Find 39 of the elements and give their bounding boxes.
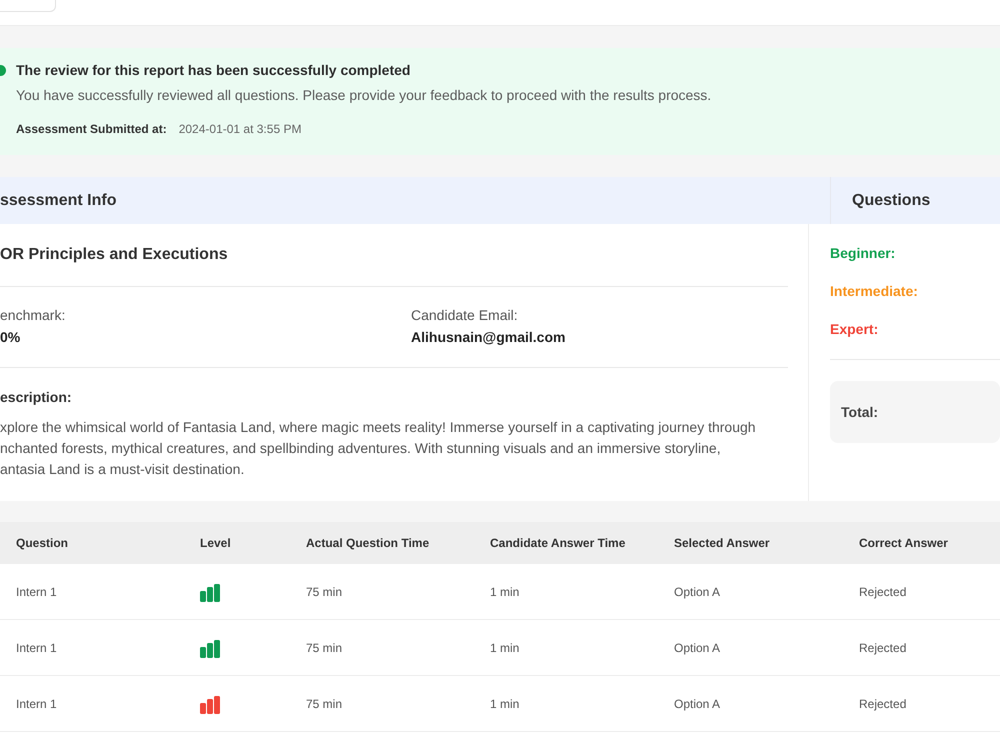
- table-cell: Intern 1: [16, 640, 57, 654]
- level-label: Intermediate:: [830, 282, 919, 301]
- table-cell: Option A: [674, 696, 720, 710]
- column-header: Level: [200, 536, 231, 550]
- assessment-title: OR Principles and Executions: [0, 245, 229, 265]
- column-header: Correct Answer: [859, 536, 948, 550]
- field-value: 0%: [0, 328, 22, 347]
- field-value: Alihusnain@gmail.com: [411, 328, 566, 347]
- submitted-label: Assessment Submitted at:: [16, 121, 167, 138]
- total-label: Total:: [841, 402, 878, 422]
- table-cell: 75 min: [306, 696, 342, 710]
- column-header: Actual Question Time: [306, 536, 430, 550]
- table-cell: 75 min: [306, 584, 342, 598]
- level-label: Expert:: [830, 320, 880, 339]
- section-heading: Questions: [852, 190, 930, 210]
- table-cell: Rejected: [859, 696, 906, 710]
- submitted-value: 2024-01-01 at 3:55 PM: [178, 121, 302, 138]
- column-header: Question: [16, 536, 68, 550]
- description-label: escription:: [0, 388, 73, 407]
- table-cell: Rejected: [859, 640, 906, 654]
- table-cell: Intern 1: [16, 584, 57, 598]
- section-heading: ssessment Info: [0, 190, 116, 210]
- description-text: xplore the whimsical world of Fantasia Land, where magic meets reality! Immerse yourself in a captivating journey through nchanted forests, mythical creatures, and spellbinding adventures. With stunning visuals and an immersive storyline, antasia Land is a must-visit destination.: [0, 418, 757, 479]
- table-cell: Rejected: [859, 584, 906, 598]
- table-cell: 1 min: [490, 584, 520, 598]
- column-header: Candidate Answer Time: [490, 536, 626, 550]
- toolbar-button[interactable]: [0, 0, 56, 12]
- table-cell: 1 min: [490, 640, 520, 654]
- table-cell: Option A: [674, 640, 720, 654]
- table-cell: Option A: [674, 584, 720, 598]
- table-cell: 75 min: [306, 640, 342, 654]
- field-label: enchmark:: [0, 306, 66, 325]
- table-cell: 1 min: [490, 696, 520, 710]
- field-label: Candidate Email:: [411, 306, 519, 325]
- table-cell: Intern 1: [16, 696, 57, 710]
- banner-title: The review for this report has been successfully completed: [16, 61, 410, 80]
- level-label: Beginner:: [830, 244, 896, 263]
- column-header: Selected Answer: [674, 536, 770, 550]
- banner-message: You have successfully reviewed all questions. Please provide your feedback to proceed with the results process.: [16, 86, 712, 105]
